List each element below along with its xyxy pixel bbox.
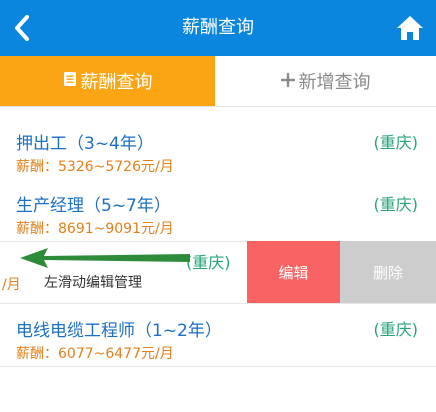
home-button[interactable] <box>394 12 426 44</box>
edit-button[interactable]: 编辑 <box>247 241 340 303</box>
list-item[interactable]: 电线电缆工程师（1~2年） (重庆) 薪酬：6077~6477元/月 <box>0 304 436 367</box>
document-icon <box>63 71 77 92</box>
job-salary-partial: /月 <box>2 277 21 293</box>
swipe-left-arrow-icon <box>20 248 190 268</box>
job-title: 生产经理（5~7年） <box>16 196 171 216</box>
swipe-hint-label: 左滑动编辑管理 <box>44 275 142 291</box>
job-title: 电线电缆工程师（1~2年） <box>16 321 222 341</box>
job-salary: 薪酬：8691~9091元/月 <box>16 221 174 237</box>
page-title: 薪酬查询 <box>182 17 254 38</box>
tab-label: 薪酬查询 <box>80 72 153 93</box>
delete-button[interactable]: 删除 <box>340 241 436 303</box>
list-item[interactable]: 押出工（3~4年） (重庆) 薪酬：5326~5726元/月 <box>0 117 436 180</box>
tab-new-query[interactable]: 新增查询 <box>215 56 436 106</box>
plus-icon <box>280 71 295 92</box>
job-city: (重庆) <box>373 195 419 214</box>
tab-salary-query[interactable]: 薪酬查询 <box>0 56 215 106</box>
job-city: (重庆) <box>186 253 231 272</box>
job-city: (重庆) <box>373 320 419 339</box>
home-icon <box>397 16 423 40</box>
job-salary: 薪酬：5326~5726元/月 <box>16 159 174 175</box>
job-title: 押出工（3~4年） <box>16 134 154 154</box>
tab-label: 新增查询 <box>298 72 371 93</box>
job-city: (重庆) <box>373 133 419 152</box>
tab-bar: 薪酬查询 新增查询 <box>0 56 436 107</box>
header-bar: 薪酬查询 <box>0 0 436 56</box>
job-salary: 薪酬：6077~6477元/月 <box>16 346 174 362</box>
list-item[interactable]: 生产经理（5~7年） (重庆) 薪酬：8691~9091元/月 <box>0 179 436 242</box>
